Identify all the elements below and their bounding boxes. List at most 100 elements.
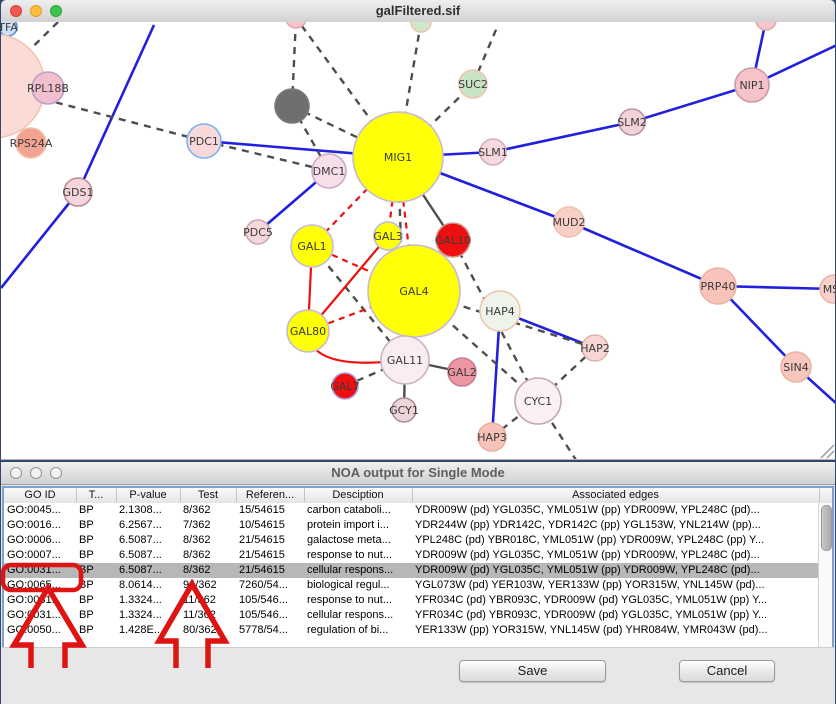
table-cell: 21/54615 xyxy=(236,563,304,578)
table-cell: YFR034C (pd) YBR093C, YDR009W (pd) YGL03… xyxy=(412,593,819,608)
graph-edge[interactable] xyxy=(569,222,718,286)
graph-node-label: HAP3 xyxy=(477,431,506,444)
table-cell: cellular respons... xyxy=(304,608,412,623)
table-cell: 8/362 xyxy=(180,503,236,518)
table-cell: BP xyxy=(76,623,116,638)
table-cell: 2.1308... xyxy=(116,503,180,518)
button-bar: Save Cancel xyxy=(1,647,835,704)
graph-node-label: NIP1 xyxy=(739,79,764,92)
graph-node-label: GDS1 xyxy=(63,186,94,199)
table-cell: 6.5087... xyxy=(116,563,180,578)
table-cell: GO:0016... xyxy=(4,518,76,533)
table-row-6[interactable]: GO:0065...BP8.0614...94/3627260/54...bio… xyxy=(4,578,819,593)
network-canvas[interactable]: TFARPL18BRPS24AGDS1PDC1DMC1MIG1SUC2SLM1S… xyxy=(1,22,835,460)
table-row-1[interactable]: GO:0045...BP2.1308...8/36215/54615carbon… xyxy=(4,503,819,518)
table-cell: biological regul... xyxy=(304,578,412,593)
graph-node-label: TFA xyxy=(1,22,18,34)
table-cell: YDR244W (pp) YDR142C, YDR142C (pp) YGL15… xyxy=(412,518,819,533)
results-table: GO IDT...P-valueTestReferen...Desciption… xyxy=(2,486,834,650)
table-cell: BP xyxy=(76,518,116,533)
table-cell: YDR009W (pd) YGL035C, YML051W (pp) YDR00… xyxy=(412,548,819,563)
graph-node-label: SUC2 xyxy=(458,78,488,91)
graph-node-label: GAL7 xyxy=(330,380,359,393)
table-cell: GO:0031... xyxy=(4,563,76,578)
vertical-scrollbar[interactable] xyxy=(818,503,832,648)
noa-window-title: NOA output for Single Mode xyxy=(1,465,835,480)
table-cell: carbon cataboli... xyxy=(304,503,412,518)
graph-node-label: GAL80 xyxy=(290,325,326,338)
graph-edge[interactable] xyxy=(632,85,752,122)
graph-edge[interactable] xyxy=(493,122,632,152)
table-cell: 5778/54... xyxy=(236,623,304,638)
scrollbar-thumb[interactable] xyxy=(821,505,832,551)
graph-node-label: SLM2 xyxy=(617,116,647,129)
column-header-desciption[interactable]: Desciption xyxy=(304,488,413,502)
table-cell: YPL248C (pd) YBR018C, YML051W (pp) YDR00… xyxy=(412,533,819,548)
table-cell: GO:0031... xyxy=(4,608,76,623)
graph-node-label: GAL2 xyxy=(447,366,476,379)
column-header-referen[interactable]: Referen... xyxy=(236,488,305,502)
graph-node-label: MIG1 xyxy=(384,151,412,164)
network-window: galFiltered.sif TFARPL18BRPS24AGDS1PDC1D… xyxy=(1,0,835,460)
table-row-5[interactable]: GO:0031...BP6.5087...8/36221/54615cellul… xyxy=(4,563,819,578)
save-button[interactable]: Save xyxy=(459,660,606,682)
table-row-3[interactable]: GO:0006...BP6.5087...8/36221/54615galact… xyxy=(4,533,819,548)
table-cell: 6.5087... xyxy=(116,548,180,563)
table-cell: 105/546... xyxy=(236,593,304,608)
table-cell: 1.3324... xyxy=(116,608,180,623)
column-header-test[interactable]: Test xyxy=(180,488,237,502)
table-cell: regulation of bi... xyxy=(304,623,412,638)
column-header-goid[interactable]: GO ID xyxy=(4,488,77,502)
table-cell: 1.428E... xyxy=(116,623,180,638)
graph-node-label: GAL3 xyxy=(373,230,402,243)
table-cell: 7260/54... xyxy=(236,578,304,593)
graph-node-label: RPL18B xyxy=(27,82,69,95)
table-cell: 21/54615 xyxy=(236,548,304,563)
table-cell: 11/362 xyxy=(180,593,236,608)
graph-node-toppink2[interactable] xyxy=(756,22,776,30)
table-cell: 8/362 xyxy=(180,548,236,563)
table-row-7[interactable]: GO:0031...BP1.3324...11/362105/546...res… xyxy=(4,593,819,608)
table-cell: BP xyxy=(76,563,116,578)
noa-window-titlebar[interactable]: NOA output for Single Mode xyxy=(1,462,835,485)
column-header-pvalue[interactable]: P-value xyxy=(116,488,181,502)
noa-output-window: NOA output for Single Mode GO IDT...P-va… xyxy=(1,462,835,704)
network-window-titlebar[interactable]: galFiltered.sif xyxy=(1,0,835,23)
table-cell: 8/362 xyxy=(180,563,236,578)
cancel-button[interactable]: Cancel xyxy=(679,660,775,682)
graph-node-label: GCY1 xyxy=(389,404,419,417)
column-header-t[interactable]: T... xyxy=(76,488,117,502)
graph-node-label: GAL1 xyxy=(297,240,326,253)
graph-node-label: MSL xyxy=(823,283,835,296)
table-cell: BP xyxy=(76,593,116,608)
table-cell: GO:0031... xyxy=(4,593,76,608)
table-cell: 11/362 xyxy=(180,608,236,623)
graph-node-dark[interactable] xyxy=(275,89,309,123)
table-cell: 105/546... xyxy=(236,608,304,623)
graph-edge[interactable] xyxy=(78,25,154,192)
table-cell: YFR034C (pd) YBR093C, YDR009W (pd) YGL03… xyxy=(412,608,819,623)
graph-node-label: HAP2 xyxy=(580,342,609,355)
table-cell: GO:0007... xyxy=(4,548,76,563)
table-row-4[interactable]: GO:0007...BP6.5087...8/36221/54615respon… xyxy=(4,548,819,563)
graph-edge[interactable] xyxy=(1,192,78,288)
graph-node-label: PDC5 xyxy=(243,226,273,239)
graph-node-label: GAL10 xyxy=(435,234,471,247)
table-cell: YGL073W (pd) YER103W, YER133W (pp) YOR31… xyxy=(412,578,819,593)
graph-node-label: RPS24A xyxy=(10,137,53,150)
network-graph[interactable]: TFARPL18BRPS24AGDS1PDC1DMC1MIG1SUC2SLM1S… xyxy=(1,22,835,459)
graph-node-topgreen[interactable] xyxy=(411,22,431,32)
table-cell: cellular respons... xyxy=(304,563,412,578)
table-cell: 7/362 xyxy=(180,518,236,533)
network-window-title: galFiltered.sif xyxy=(1,3,835,18)
table-row-9[interactable]: GO:0050...BP1.428E...80/3625778/54...reg… xyxy=(4,623,819,638)
table-cell: 80/362 xyxy=(180,623,236,638)
table-row-8[interactable]: GO:0031...BP1.3324...11/362105/546...cel… xyxy=(4,608,819,623)
table-cell: GO:0006... xyxy=(4,533,76,548)
graph-node-label: MUD2 xyxy=(552,216,585,229)
table-row-2[interactable]: GO:0016...BP6.2567...7/36210/54615protei… xyxy=(4,518,819,533)
column-header-associatededges[interactable]: Associated edges xyxy=(412,488,820,502)
table-cell: GO:0065... xyxy=(4,578,76,593)
table-cell: GO:0050... xyxy=(4,623,76,638)
table-cell: BP xyxy=(76,548,116,563)
